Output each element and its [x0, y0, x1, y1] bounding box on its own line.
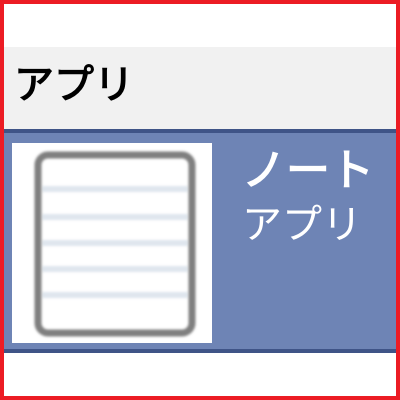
app-category: アプリ — [242, 202, 362, 248]
app-list-item[interactable]: ノート アプリ — [4, 129, 396, 353]
section-title: アプリ — [14, 62, 134, 108]
notebook-icon — [34, 151, 196, 337]
app-thumbnail[interactable] — [12, 143, 212, 343]
section-header: アプリ — [4, 47, 396, 129]
window-frame: アプリ ノート アプリ — [0, 0, 400, 400]
app-name: ノート — [242, 145, 374, 196]
